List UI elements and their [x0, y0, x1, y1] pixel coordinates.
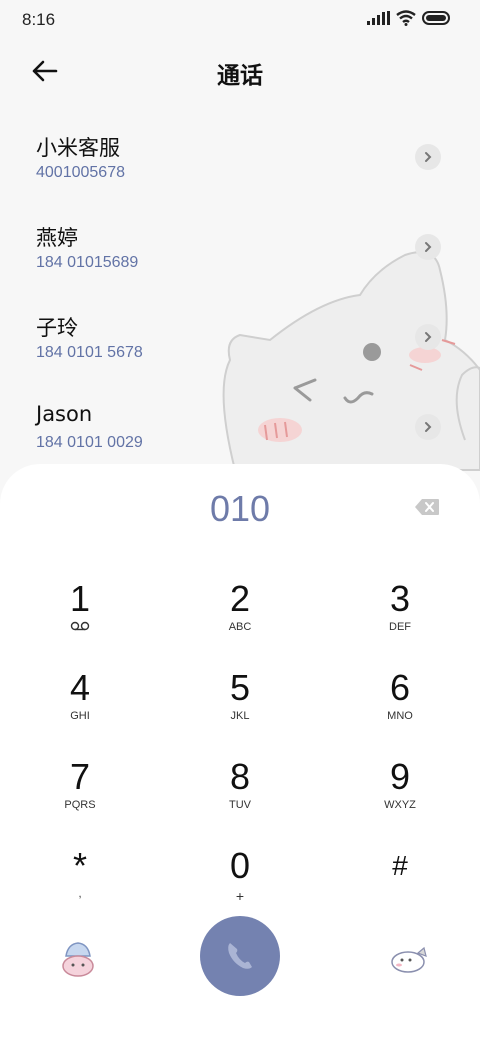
- contact-name: 燕婷: [36, 226, 78, 250]
- chevron-right-icon[interactable]: [415, 414, 441, 440]
- dialed-number: 010: [209, 488, 271, 529]
- backspace-icon[interactable]: [414, 498, 440, 516]
- key-digit: #: [392, 850, 408, 881]
- key-digit: 1: [69, 578, 91, 619]
- dialpad-panel: 010 1 2 ABC 3 DEF 4 GHI 5 JKL 6 MNO 7 PQ…: [0, 464, 480, 1040]
- contact-name: 小米客服: [36, 136, 120, 160]
- key-letters: PQRS: [64, 799, 96, 811]
- key-digit: 4: [69, 667, 91, 708]
- page-title: 通话: [217, 63, 263, 89]
- key-digit: 5: [229, 667, 251, 708]
- contact-name: 子玲: [36, 316, 78, 340]
- signal-icon: [367, 11, 390, 25]
- key-letters: JKL: [230, 710, 250, 722]
- key-0[interactable]: 0 +: [190, 846, 290, 926]
- call-button[interactable]: [200, 916, 280, 996]
- key-hash[interactable]: #: [350, 846, 450, 926]
- key-letters: +: [235, 888, 245, 904]
- contact-name: Jason: [36, 402, 93, 426]
- phone-icon: [228, 943, 252, 969]
- key-digit: 8: [229, 756, 251, 797]
- key-letters: ABC: [228, 621, 252, 633]
- key-letters: WXYZ: [384, 799, 416, 811]
- key-letters: GHI: [70, 710, 90, 722]
- key-letters: DEF: [389, 621, 411, 633]
- voicemail-icon: [30, 621, 130, 634]
- contact-item[interactable]: 子玲 184 0101 5678: [0, 300, 480, 390]
- contact-number: 184 0101 0029: [36, 434, 143, 451]
- key-1[interactable]: 1: [30, 579, 130, 659]
- status-time: 8:16: [22, 10, 56, 29]
- key-digit: 3: [389, 578, 411, 619]
- key-digit: *: [72, 845, 87, 886]
- sticker-icon-left[interactable]: [58, 938, 98, 978]
- key-2[interactable]: 2 ABC: [190, 579, 290, 659]
- key-digit: 0: [229, 845, 251, 886]
- battery-icon: [422, 11, 450, 25]
- contact-number: 184 0101 5678: [36, 344, 143, 361]
- key-letters: ,: [78, 888, 82, 900]
- wifi-icon: [396, 10, 416, 26]
- chevron-right-icon[interactable]: [415, 144, 441, 170]
- key-digit: 2: [229, 578, 251, 619]
- key-8[interactable]: 8 TUV: [190, 757, 290, 837]
- contact-item[interactable]: 燕婷 184 01015689: [0, 210, 480, 300]
- key-digit: 7: [69, 756, 91, 797]
- header: 通话: [0, 50, 480, 90]
- sticker-icon-right[interactable]: [390, 938, 430, 978]
- contact-number: 4001005678: [36, 164, 125, 181]
- key-6[interactable]: 6 MNO: [350, 668, 450, 748]
- key-star[interactable]: * ,: [30, 846, 130, 926]
- key-3[interactable]: 3 DEF: [350, 579, 450, 659]
- key-digit: 9: [389, 756, 411, 797]
- key-7[interactable]: 7 PQRS: [30, 757, 130, 837]
- key-letters: TUV: [229, 799, 251, 811]
- status-icons: [367, 10, 452, 26]
- key-4[interactable]: 4 GHI: [30, 668, 130, 748]
- chevron-right-icon[interactable]: [415, 234, 441, 260]
- key-9[interactable]: 9 WXYZ: [350, 757, 450, 837]
- chevron-right-icon[interactable]: [415, 324, 441, 350]
- contact-list: 小米客服 4001005678 燕婷 184 01015689 子玲 184 0…: [0, 120, 480, 480]
- contact-number: 184 01015689: [36, 254, 139, 271]
- contact-item[interactable]: 小米客服 4001005678: [0, 120, 480, 210]
- key-5[interactable]: 5 JKL: [190, 668, 290, 748]
- status-bar: 8:16: [0, 0, 480, 40]
- key-digit: 6: [389, 667, 411, 708]
- key-letters: MNO: [387, 710, 413, 722]
